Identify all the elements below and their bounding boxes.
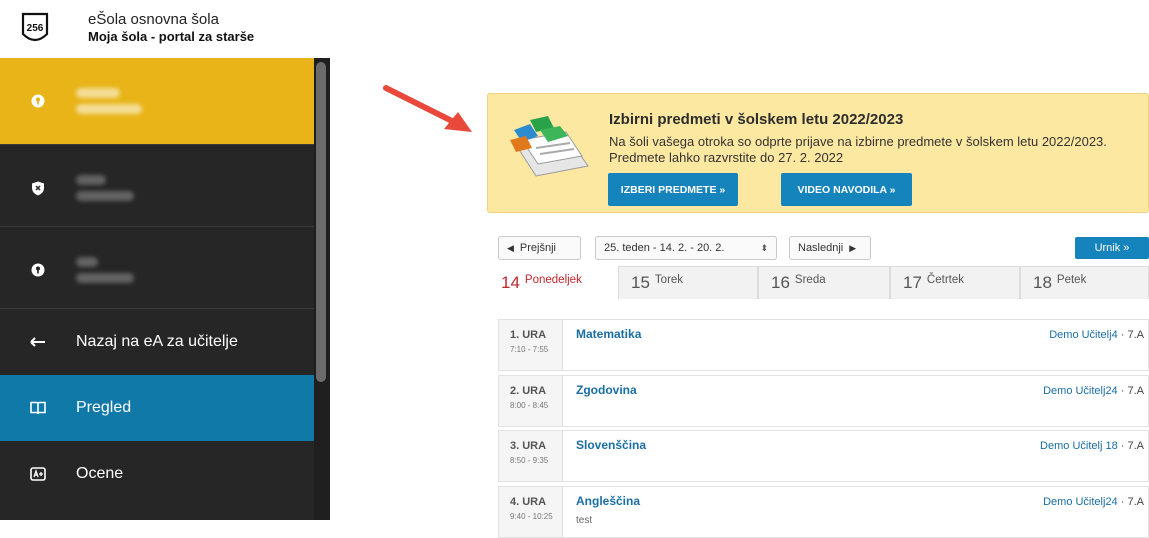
annotation-arrow-icon	[383, 85, 472, 132]
sidebar-item-back-to-ea[interactable]: Nazaj na eA za učitelje	[0, 309, 314, 375]
lesson-row[interactable]: 4. URA 9:40 - 10:25 Angleščina test Demo…	[498, 486, 1149, 538]
sidebar-child-1[interactable]	[0, 58, 314, 144]
school-logo[interactable]: 256	[20, 12, 50, 44]
lesson-subject[interactable]: Angleščina	[576, 494, 640, 508]
key-icon	[28, 263, 48, 277]
arrow-left-icon	[28, 337, 48, 347]
key-icon	[28, 94, 48, 108]
elective-subjects-illustration-icon	[510, 116, 589, 177]
lesson-period: 1. URA 7:10 - 7:55	[499, 320, 563, 370]
sidebar-child-2[interactable]	[0, 145, 314, 231]
caret-right-icon: ▶	[849, 242, 857, 253]
tab-tuesday[interactable]: 15 Torek	[618, 266, 758, 299]
week-select[interactable]: 25. teden - 14. 2. - 20. 2. ⬍	[595, 236, 777, 260]
lesson-subject[interactable]: Matematika	[576, 327, 641, 341]
lesson-teacher: Demo Učitelj 18 · 7.A	[1040, 440, 1144, 452]
sidebar-item-label: Ocene	[76, 465, 124, 482]
sort-arrows-icon: ⬍	[760, 242, 768, 253]
sidebar-item-pregled[interactable]: Pregled	[0, 375, 314, 441]
header: 256 eŠola osnovna šola Moja šola - porta…	[0, 0, 1149, 58]
child-name-redacted	[76, 175, 134, 201]
school-name: eŠola osnovna šola	[88, 11, 219, 28]
video-instructions-button[interactable]: VIDEO NAVODILA »	[781, 173, 912, 206]
banner-title: Izbirni predmeti v šolskem letu 2022/202…	[609, 111, 904, 128]
sidebar-item-ocene[interactable]: Ocene	[0, 441, 314, 507]
schedule-button[interactable]: Urnik »	[1075, 237, 1149, 259]
next-week-button[interactable]: Naslednji ▶	[789, 236, 871, 260]
tab-friday[interactable]: 18 Petek	[1020, 266, 1149, 299]
elective-subjects-banner: Izbirni predmeti v šolskem letu 2022/202…	[487, 93, 1149, 213]
lesson-teacher: Demo Učitelj24 · 7.A	[1043, 496, 1144, 508]
lesson-period: 3. URA 8:50 - 9:35	[499, 431, 563, 481]
lesson-subject[interactable]: Slovenščina	[576, 438, 646, 452]
lesson-note: test	[576, 515, 593, 526]
tab-thursday[interactable]: 17 Četrtek	[890, 266, 1020, 299]
lesson-row[interactable]: 2. URA 8:00 - 8:45 Zgodovina Demo Učitel…	[498, 375, 1149, 427]
select-subjects-button[interactable]: IZBERI PREDMETE »	[608, 173, 738, 206]
grades-icon	[28, 467, 48, 481]
portal-name: Moja šola - portal za starše	[88, 29, 255, 44]
previous-week-button[interactable]: ◀ Prejšnji	[498, 236, 581, 260]
lesson-period: 2. URA 8:00 - 8:45	[499, 376, 563, 426]
child-name-redacted	[76, 88, 142, 114]
sidebar-item-label: Pregled	[76, 399, 132, 416]
lesson-row[interactable]: 3. URA 8:50 - 9:35 Slovenščina Demo Učit…	[498, 430, 1149, 482]
tab-wednesday[interactable]: 16 Sreda	[758, 266, 890, 299]
caret-left-icon: ◀	[507, 242, 514, 253]
sidebar-item-label: Nazaj na eA za učitelje	[76, 333, 238, 350]
sidebar-scroll-thumb[interactable]	[316, 62, 326, 382]
lesson-period: 4. URA 9:40 - 10:25	[499, 487, 563, 537]
lesson-subject[interactable]: Zgodovina	[576, 383, 637, 397]
shield-icon	[28, 181, 48, 196]
child-name-redacted	[76, 257, 134, 283]
lesson-teacher: Demo Učitelj24 · 7.A	[1043, 385, 1144, 397]
book-icon	[28, 401, 48, 415]
svg-text:256: 256	[27, 23, 44, 34]
banner-text: Na šoli vašega otroka so odprte prijave …	[609, 134, 1107, 165]
lesson-teacher: Demo Učitelj4 · 7.A	[1049, 329, 1144, 341]
sidebar-child-3[interactable]	[0, 227, 314, 313]
day-tabs: 14 Ponedeljek 15 Torek 16 Sreda 17 Četrtek 1…	[498, 266, 1149, 299]
lesson-row[interactable]: 1. URA 7:10 - 7:55 Matematika Demo Učite…	[498, 319, 1149, 371]
tab-monday[interactable]: 14 Ponedeljek	[498, 266, 618, 299]
